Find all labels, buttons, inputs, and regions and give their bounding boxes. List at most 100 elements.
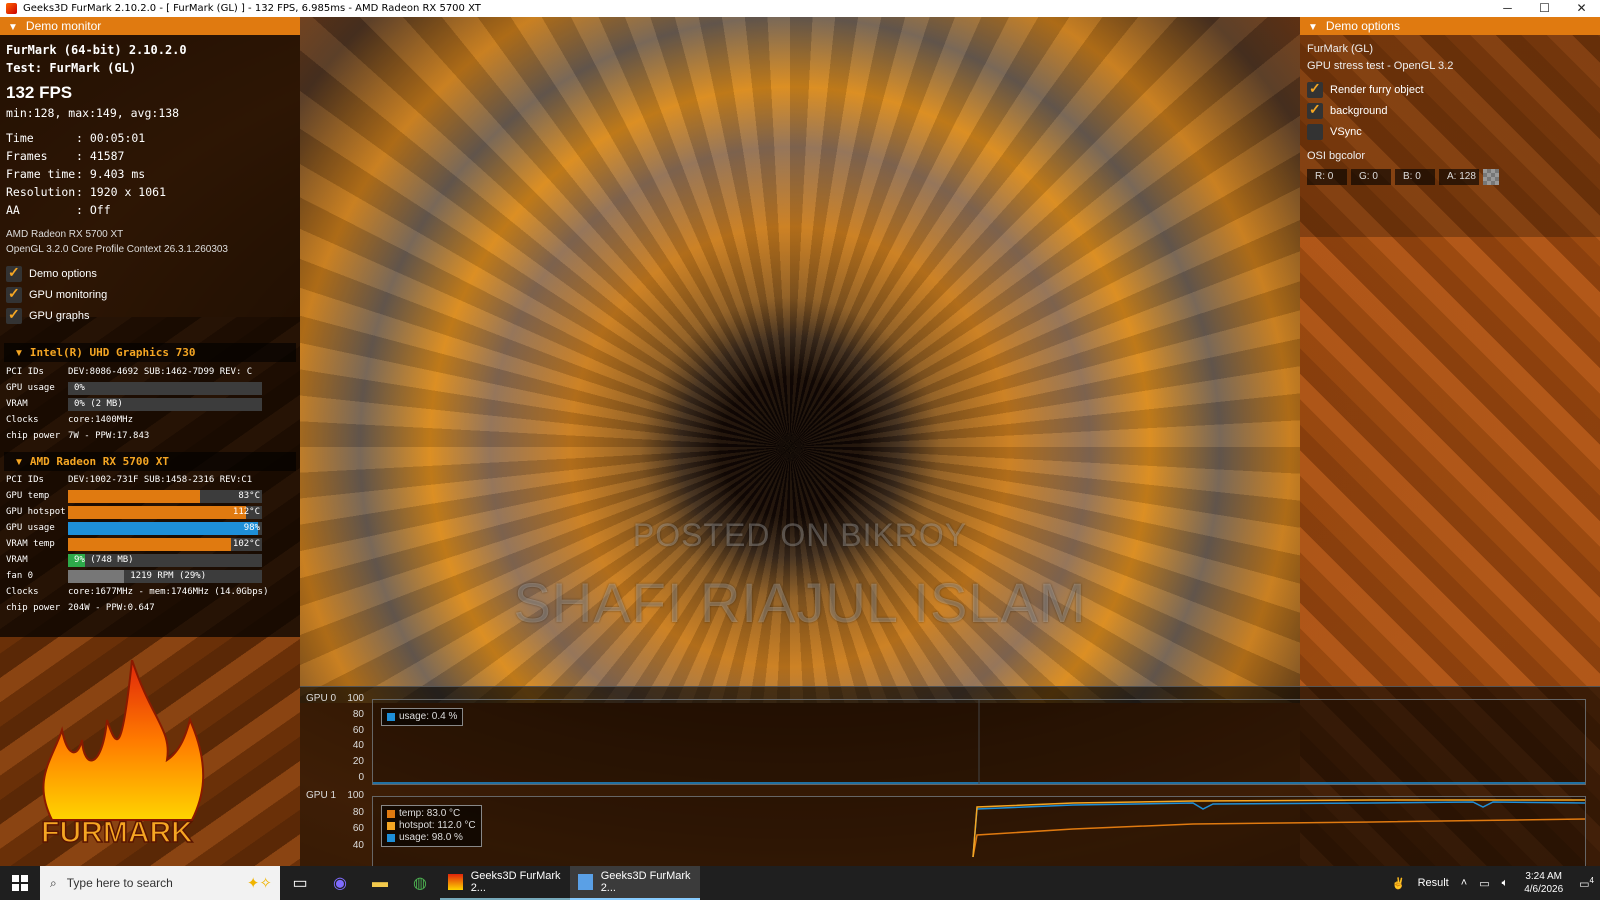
color-field[interactable]: R: 0 xyxy=(1307,169,1347,185)
stat-key: AA xyxy=(6,203,20,217)
window-title: Geeks3D FurMark 2.10.2.0 - [ FurMark (GL… xyxy=(23,3,481,14)
logo-text: FURMARK xyxy=(41,816,193,849)
gpu-stat-row: VRAM temp 102°C xyxy=(6,536,262,552)
fps-min-max-avg: min:128, max:149, avg:138 xyxy=(6,106,180,120)
collapse-triangle-icon[interactable]: ▼ xyxy=(14,348,24,359)
gpu-stat-value: 9% (748 MB) xyxy=(74,554,134,565)
furmark-window-icon xyxy=(578,874,593,890)
collapse-triangle-icon[interactable]: ▼ xyxy=(8,19,18,37)
checkbox-label: VSync xyxy=(1330,125,1362,138)
graph-axis-tick: 0 xyxy=(358,772,364,783)
checkbox[interactable] xyxy=(1307,80,1323,98)
clock-date: 4/6/2026 xyxy=(1524,884,1564,895)
checkbox-row[interactable]: GPU graphs xyxy=(6,305,296,326)
gpu-stat-bar-fill xyxy=(68,537,231,551)
gpu-stat-row: Clocks core:1677MHz - mem:1746MHz (14.0Gb… xyxy=(6,584,268,600)
color-field[interactable]: G: 0 xyxy=(1351,169,1391,185)
graph-axis-tick: 40 xyxy=(352,740,364,752)
checkbox-row[interactable]: VSync xyxy=(1307,121,1597,142)
demo-options-header[interactable]: ▼ Demo options xyxy=(1300,17,1600,35)
checkbox[interactable] xyxy=(6,285,22,303)
checkbox[interactable] xyxy=(1307,101,1323,119)
checkbox-label: GPU monitoring xyxy=(29,288,108,301)
stat-row: Time: 00:05:01 xyxy=(6,129,296,147)
gpu-stat-key: Clocks xyxy=(6,587,39,597)
gpu-stat-value: 1219 RPM (29%) xyxy=(130,570,207,581)
system-clock[interactable]: 3:24 AM 4/6/2026 xyxy=(1514,870,1573,896)
gpu-stat-key: GPU usage xyxy=(6,523,55,533)
notification-icon[interactable]: ▭4 xyxy=(1573,876,1600,891)
gpu1-header[interactable]: ▼ AMD Radeon RX 5700 XT xyxy=(4,452,296,471)
gpu-stat-bar: 98% xyxy=(68,521,262,535)
close-icon[interactable]: ✕ xyxy=(1563,0,1600,17)
gpu-stat-row: PCI IDs DEV:8086-4692 SUB:1462-7D99 REV: … xyxy=(6,364,252,380)
checkbox-row[interactable]: Demo options xyxy=(6,263,296,284)
legend-text: usage: 98.0 % xyxy=(399,832,463,843)
gpu-stat-row: Clocks core:1400MHz xyxy=(6,412,133,428)
collapse-triangle-icon[interactable]: ▼ xyxy=(14,457,24,468)
checkbox-label: background xyxy=(1330,104,1388,117)
result-tray-icon[interactable]: ✌ xyxy=(1386,877,1412,890)
gpu-stat-value: core:1677MHz - mem:1746MHz (14.0Gbps) xyxy=(68,587,269,597)
checkbox-row[interactable]: background xyxy=(1307,100,1597,121)
minimize-icon[interactable]: ─ xyxy=(1489,0,1526,17)
color-field[interactable]: B: 0 xyxy=(1395,169,1435,185)
graph-gpu1-label: GPU 1 xyxy=(306,790,337,801)
demo-monitor-header[interactable]: ▼ Demo monitor xyxy=(0,17,300,35)
gpu-stat-bar-fill xyxy=(68,489,200,503)
taskbar-app-furmark[interactable]: Geeks3D FurMark 2... xyxy=(440,866,570,900)
stat-key: Time xyxy=(6,131,34,145)
collapse-triangle-icon[interactable]: ▼ xyxy=(1308,19,1318,37)
osi-bgcolor-label: OSI bgcolor xyxy=(1307,150,1366,162)
checkbox-row[interactable]: GPU monitoring xyxy=(6,284,296,305)
network-icon[interactable]: ▭ xyxy=(1473,877,1495,890)
graph-axis-tick: 20 xyxy=(352,756,364,768)
gpu-stat-value: 102°C xyxy=(232,538,260,549)
start-button[interactable] xyxy=(0,866,40,900)
stat-key: Frame time xyxy=(6,167,76,181)
file-explorer-icon[interactable]: ▬ xyxy=(360,866,400,900)
gpu-stat-bar: 0% (2 MB) xyxy=(68,397,262,411)
checkbox-row[interactable]: Render furry object xyxy=(1307,79,1597,100)
checkbox-label: GPU graphs xyxy=(29,309,90,322)
checkbox[interactable] xyxy=(6,264,22,282)
gpu-stat-bar: 83°C xyxy=(68,489,262,503)
checkbox[interactable] xyxy=(6,306,22,324)
gpu-stat-key: VRAM xyxy=(6,399,28,409)
gpu-stat-value: 0% (2 MB) xyxy=(74,398,123,409)
chevron-up-icon[interactable]: ˄ xyxy=(1455,877,1473,889)
gpu0-header[interactable]: ▼ Intel(R) UHD Graphics 730 xyxy=(4,343,296,362)
checkbox[interactable] xyxy=(1307,123,1323,140)
gpu-stat-bar: 102°C xyxy=(68,537,262,551)
gpu-stat-row: GPU usage 0% xyxy=(6,380,262,396)
tray-result-label[interactable]: Result xyxy=(1412,877,1455,889)
gpu-stat-bar: 0% xyxy=(68,381,262,395)
stat-value: : 9.403 ms xyxy=(76,167,146,181)
graph-axis-tick: 80 xyxy=(352,806,364,818)
gpu1-temp-line xyxy=(972,818,1585,858)
volume-icon[interactable]: 🔈︎ xyxy=(1496,877,1515,890)
task-view-icon[interactable]: ▭ xyxy=(280,866,320,900)
checkbox-label: Demo options xyxy=(29,267,97,280)
title-bar: Geeks3D FurMark 2.10.2.0 - [ FurMark (GL… xyxy=(0,0,1600,17)
taskbar-search-box[interactable]: ⌕ Type here to search ✦✧ xyxy=(40,866,280,900)
maximize-icon[interactable]: ☐ xyxy=(1526,0,1563,17)
legend-item: hotspot: 112.0 °C xyxy=(387,820,476,832)
color-swatch[interactable] xyxy=(1483,169,1499,185)
windows-taskbar: ⌕ Type here to search ✦✧ ▭ ◉ ▬ ◍ Geeks3D… xyxy=(0,866,1600,900)
gl-context: OpenGL 3.2.0 Core Profile Context 26.3.1… xyxy=(6,244,228,255)
copilot-icon[interactable]: ◉ xyxy=(320,866,360,900)
graph-gpu1-legend: temp: 83.0 °C hotspot: 112.0 °C usage: 98.… xyxy=(381,805,482,847)
clock-time: 3:24 AM xyxy=(1525,871,1563,882)
color-field[interactable]: A: 128 xyxy=(1439,169,1479,185)
options-app-name: FurMark (GL) xyxy=(1307,43,1373,55)
gpu-stat-row: VRAM 9% (748 MB) xyxy=(6,552,262,568)
notification-count: 4 xyxy=(1589,875,1594,885)
chrome-icon[interactable]: ◍ xyxy=(400,866,440,900)
taskbar-app-furmark[interactable]: Geeks3D FurMark 2... xyxy=(570,866,700,900)
gpu-stat-value: 112°C xyxy=(232,506,260,517)
stat-row: AA: Off xyxy=(6,201,296,219)
gpu-stat-row: GPU temp 83°C xyxy=(6,488,262,504)
gpu-stat-value: DEV:8086-4692 SUB:1462-7D99 REV: C xyxy=(68,367,253,377)
gpu-stat-key: Clocks xyxy=(6,415,39,425)
